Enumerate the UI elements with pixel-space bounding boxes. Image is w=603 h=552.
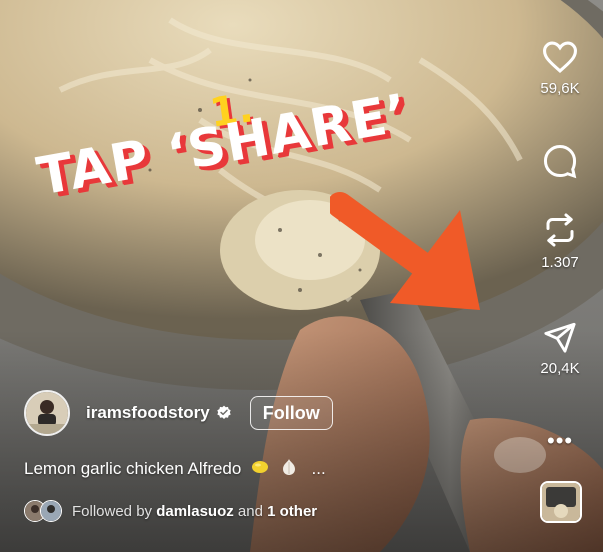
- audio-album-thumbnail[interactable]: [540, 481, 582, 523]
- follower-avatar-image: [41, 501, 61, 521]
- verified-icon: [217, 405, 231, 419]
- caption-more[interactable]: ...: [312, 459, 326, 478]
- more-icon[interactable]: •••: [547, 428, 573, 454]
- like-count: 59,6K: [540, 80, 580, 97]
- lemon-icon: [252, 461, 269, 473]
- pointer-arrow-icon: [330, 192, 480, 310]
- comment-icon: [543, 144, 577, 179]
- comment-button[interactable]: [530, 143, 590, 179]
- followed-by-text: Followed by damlasuoz and 1 other: [72, 503, 317, 520]
- reel-screen: 1. TAP ‘SHARE’ 59,6K 1.307 20,4K ••• ira…: [0, 0, 603, 552]
- follower-avatar: [40, 500, 62, 522]
- followed-by-prefix: Followed by: [72, 502, 157, 520]
- repost-icon: [546, 213, 574, 247]
- author-row: iramsfoodstory Follow: [24, 390, 333, 436]
- caption-text: Lemon garlic chicken Alfredo: [24, 459, 242, 478]
- repost-count: 1.307: [541, 254, 579, 271]
- avatar-image: [26, 392, 68, 434]
- follow-button[interactable]: Follow: [249, 396, 333, 430]
- caption[interactable]: Lemon garlic chicken Alfredo ...: [24, 457, 326, 479]
- followed-by-row[interactable]: Followed by damlasuoz and 1 other: [24, 498, 317, 524]
- repost-button[interactable]: 1.307: [530, 212, 590, 271]
- share-count: 20,4K: [540, 360, 580, 377]
- album-art: [542, 483, 580, 521]
- send-icon: [544, 322, 576, 353]
- followed-by-other: 1 other: [267, 502, 318, 520]
- share-button[interactable]: 20,4K: [530, 320, 590, 377]
- heart-icon: [542, 41, 578, 73]
- avatar[interactable]: [24, 390, 70, 436]
- followed-by-joiner: and: [233, 502, 268, 520]
- username[interactable]: iramsfoodstory: [86, 403, 210, 423]
- followed-by-name: damlasuoz: [156, 502, 234, 520]
- garlic-icon: [282, 459, 295, 475]
- like-button[interactable]: 59,6K: [530, 40, 590, 97]
